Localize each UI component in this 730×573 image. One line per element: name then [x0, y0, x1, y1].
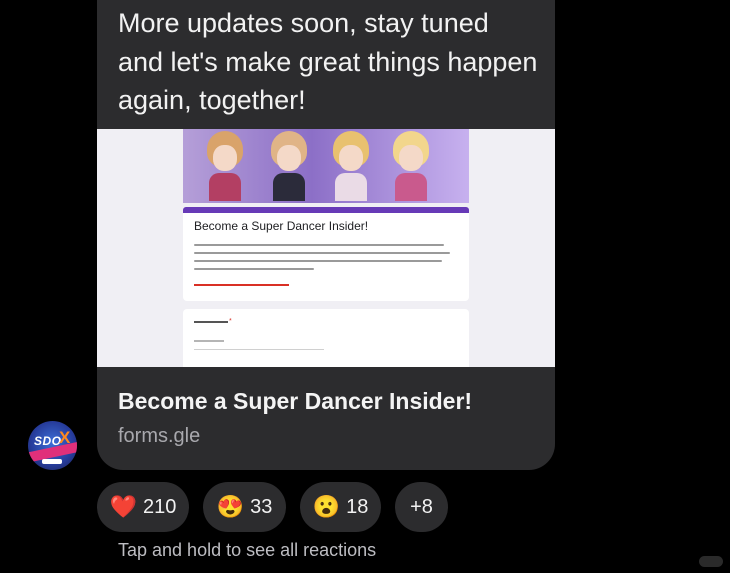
message-text: More updates soon, stay tuned and let's … [118, 8, 538, 115]
answer-underline [194, 349, 324, 350]
character-figure [329, 131, 373, 201]
more-reactions-button[interactable]: +8 [395, 482, 448, 532]
form-description-line [194, 260, 442, 262]
character-figure [267, 131, 311, 201]
red-heart-icon: ❤️ [109, 494, 138, 519]
form-question-card: * [183, 309, 469, 367]
avatar-logo-text: SDO [34, 434, 62, 448]
question-label [194, 321, 228, 323]
reaction-count: 210 [143, 495, 177, 518]
reaction-count: 18 [346, 495, 369, 518]
message-bubble[interactable]: More updates soon, stay tuned and let's … [97, 0, 555, 470]
reaction-heart-eyes[interactable]: 😍 33 [203, 482, 286, 532]
character-figure [203, 131, 247, 201]
more-reactions-count: +8 [410, 495, 433, 518]
form-title: Become a Super Dancer Insider! [194, 219, 369, 233]
required-asterisk: * [229, 318, 232, 325]
avatar-logo-mark: X [59, 428, 71, 447]
form-description-line [194, 244, 444, 246]
reaction-heart[interactable]: ❤️ 210 [97, 482, 189, 532]
reaction-surprised[interactable]: 😮 18 [300, 482, 381, 532]
form-description-line [194, 268, 314, 270]
answer-placeholder [194, 340, 224, 342]
sender-avatar[interactable]: SDO X [28, 421, 77, 470]
form-banner-image [183, 129, 469, 203]
home-indicator [699, 556, 723, 567]
link-preview-image[interactable]: Become a Super Dancer Insider! * [97, 129, 555, 367]
required-question-note [194, 284, 289, 286]
form-header-card: Become a Super Dancer Insider! [183, 213, 469, 301]
surprised-face-icon: 😮 [312, 494, 341, 519]
character-figure [389, 131, 433, 201]
reaction-count: 33 [250, 495, 273, 518]
reactions-hint: Tap and hold to see all reactions [118, 540, 377, 560]
link-domain[interactable]: forms.gle [118, 425, 200, 448]
form-description-line [194, 252, 450, 254]
avatar-badge [42, 459, 62, 464]
link-title[interactable]: Become a Super Dancer Insider! [118, 388, 472, 415]
heart-eyes-icon: 😍 [216, 494, 245, 519]
